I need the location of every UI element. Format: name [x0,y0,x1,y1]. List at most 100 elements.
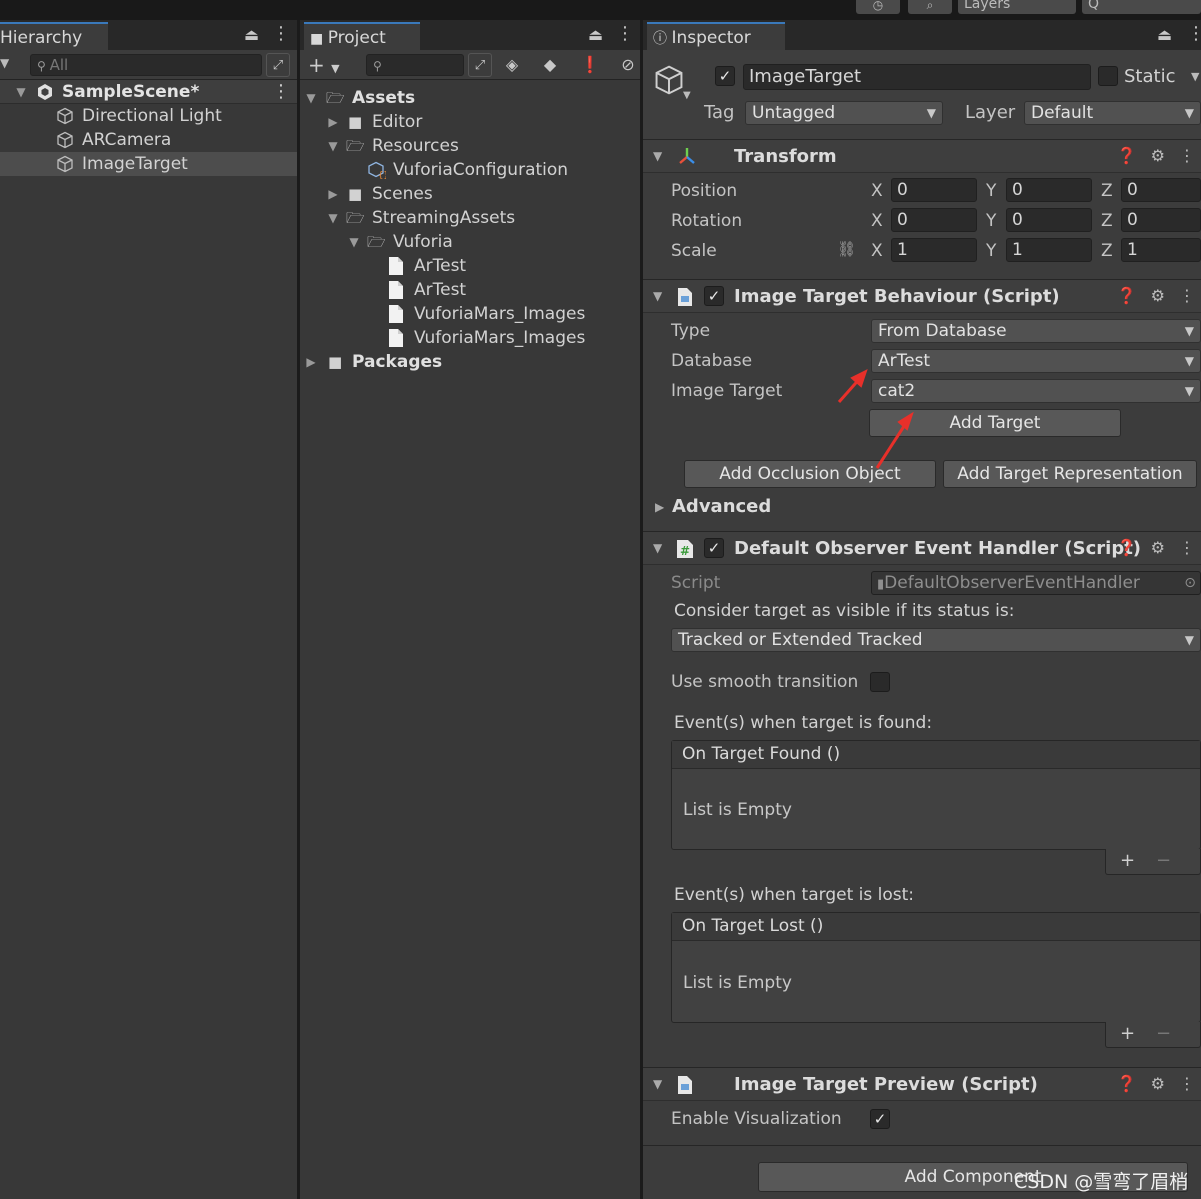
project-folder-vuforia[interactable]: ▼ 🗁 Vuforia [300,230,640,254]
component-menu-icon[interactable]: ⋮ [1179,538,1195,557]
presets-icon[interactable]: ⚙ [1151,146,1165,165]
add-occlusion-object-button[interactable]: Add Occlusion Object [684,460,936,488]
layer-dropdown[interactable]: Default ▼ [1024,101,1201,125]
project-asset-vuforia-config[interactable]: {} VuforiaConfiguration [300,158,640,182]
expand-arrow-icon[interactable]: ▼ [326,134,340,158]
filter-label-icon[interactable]: ◆ [538,53,562,77]
collapse-arrow-icon[interactable]: ▶ [326,182,340,206]
hierarchy-search-input[interactable]: ⚲ All [30,54,262,76]
rotation-y-field[interactable]: 0 [1006,208,1092,232]
layout-dropdown[interactable]: Q [1082,0,1201,14]
create-dropdown-icon[interactable]: ▼ [0,56,9,70]
tag-dropdown[interactable]: Untagged ▼ [745,101,943,125]
script-object-field[interactable]: ▮DefaultObserverEventHandler ⊙ [871,571,1201,595]
expand-arrow-icon[interactable]: ▼ [326,206,340,230]
observer-event-handler-header[interactable]: ▼ # ✓ Default Observer Event Handler (Sc… [643,531,1201,565]
project-file[interactable]: ArTest [300,278,640,302]
position-z-field[interactable]: 0 [1121,178,1201,202]
project-folder-editor[interactable]: ▶ ■ Editor [300,110,640,134]
project-file[interactable]: ArTest [300,254,640,278]
image-target-preview-header[interactable]: ▼ Image Target Preview (Script) ❓ ⚙ ⋮ [643,1067,1201,1101]
project-folder-assets[interactable]: ▼ 🗁 Assets [300,86,640,110]
remove-event-button[interactable]: − [1156,1023,1171,1044]
advanced-foldout-arrow-icon[interactable]: ▶ [655,500,664,514]
help-icon[interactable]: ❓ [1117,146,1137,165]
filter-type-icon[interactable]: ◈ [500,53,524,77]
more-icon[interactable]: ⋮ [272,23,290,44]
hierarchy-item[interactable]: ARCamera [0,128,297,152]
status-dropdown[interactable]: Tracked or Extended Tracked ▼ [671,628,1201,652]
scene-row[interactable]: ▼ SampleScene* ⋮ [0,80,297,104]
foldout-arrow-icon[interactable]: ▼ [653,1077,662,1091]
rotation-x-field[interactable]: 0 [891,208,977,232]
component-enabled-checkbox[interactable]: ✓ [704,286,724,306]
project-folder-packages[interactable]: ▶ ■ Packages [300,350,640,374]
search-options-icon[interactable]: ⤢ [468,53,492,77]
lock-icon[interactable]: ⏏ [244,25,259,44]
expand-arrow-icon[interactable]: ▼ [14,80,28,104]
add-event-button[interactable]: + [1120,850,1135,871]
component-menu-icon[interactable]: ⋮ [1179,1074,1195,1093]
collapse-arrow-icon[interactable]: ▶ [304,350,318,374]
scene-menu-icon[interactable]: ⋮ [272,80,290,104]
constrain-proportions-icon[interactable]: ⛓ [837,240,856,258]
expand-arrow-icon[interactable]: ▼ [304,86,318,110]
gameobject-cube-icon[interactable] [653,64,685,96]
scale-z-field[interactable]: 1 [1121,238,1201,262]
add-target-button[interactable]: Add Target [869,409,1121,437]
image-target-behaviour-header[interactable]: ▼ ✓ Image Target Behaviour (Script) ❓ ⚙ ⋮ [643,279,1201,313]
component-menu-icon[interactable]: ⋮ [1179,146,1195,165]
tab-project[interactable]: ■ Project [304,22,420,50]
scene-visibility-icon[interactable]: ⤢ [266,53,290,77]
panel-divider[interactable] [640,20,643,1199]
add-target-representation-button[interactable]: Add Target Representation [943,460,1197,488]
active-checkbox[interactable]: ✓ [715,66,735,86]
foldout-arrow-icon[interactable]: ▼ [653,541,662,555]
panel-divider[interactable] [297,20,300,1199]
expand-arrow-icon[interactable]: ▼ [347,230,361,254]
smooth-transition-checkbox[interactable] [870,672,890,692]
add-event-button[interactable]: + [1120,1023,1135,1044]
image-target-dropdown[interactable]: cat2 ▼ [871,379,1201,403]
presets-icon[interactable]: ⚙ [1151,538,1165,557]
help-icon[interactable]: ❓ [1117,286,1137,305]
help-icon[interactable]: ❓ [1117,1074,1137,1093]
project-folder-scenes[interactable]: ▶ ■ Scenes [300,182,640,206]
type-dropdown[interactable]: From Database ▼ [871,319,1201,343]
static-dropdown-arrow-icon[interactable]: ▼ [1191,70,1199,83]
icon-dropdown-arrow-icon[interactable]: ▼ [683,90,691,101]
foldout-arrow-icon[interactable]: ▼ [653,149,662,163]
tab-hierarchy[interactable]: Hierarchy [0,22,108,50]
object-name-field[interactable]: ImageTarget [743,64,1091,90]
hierarchy-item[interactable]: Directional Light [0,104,297,128]
lock-icon[interactable]: ⏏ [588,25,603,44]
position-y-field[interactable]: 0 [1006,178,1092,202]
more-icon[interactable]: ⋮ [1187,23,1201,44]
lock-icon[interactable]: ⏏ [1157,25,1172,44]
warning-icon[interactable]: ❗ [578,53,602,77]
rotation-z-field[interactable]: 0 [1121,208,1201,232]
object-picker-icon[interactable]: ⊙ [1184,572,1196,594]
collapse-arrow-icon[interactable]: ▶ [326,110,340,134]
database-dropdown[interactable]: ArTest ▼ [871,349,1201,373]
position-x-field[interactable]: 0 [891,178,977,202]
static-checkbox[interactable] [1098,66,1118,86]
project-file[interactable]: VuforiaMars_Images [300,326,640,350]
hidden-eye-icon[interactable]: ⊘ [616,53,640,77]
presets-icon[interactable]: ⚙ [1151,286,1165,305]
layers-dropdown[interactable]: Layers [958,0,1076,14]
search-button[interactable]: ⌕ [908,0,952,14]
more-icon[interactable]: ⋮ [616,23,634,44]
advanced-foldout[interactable]: Advanced [672,496,771,517]
scale-y-field[interactable]: 1 [1006,238,1092,262]
presets-icon[interactable]: ⚙ [1151,1074,1165,1093]
foldout-arrow-icon[interactable]: ▼ [653,289,662,303]
remove-event-button[interactable]: − [1156,850,1171,871]
project-folder-streamingassets[interactable]: ▼ 🗁 StreamingAssets [300,206,640,230]
create-plus-button[interactable]: + ▼ [308,53,340,77]
tab-inspector[interactable]: ⓘ Inspector [647,22,785,50]
component-menu-icon[interactable]: ⋮ [1179,286,1195,305]
help-icon[interactable]: ❓ [1117,538,1137,557]
transform-header[interactable]: ▼ Transform ❓ ⚙ ⋮ [643,139,1201,173]
project-search-input[interactable]: ⚲ [366,54,464,76]
